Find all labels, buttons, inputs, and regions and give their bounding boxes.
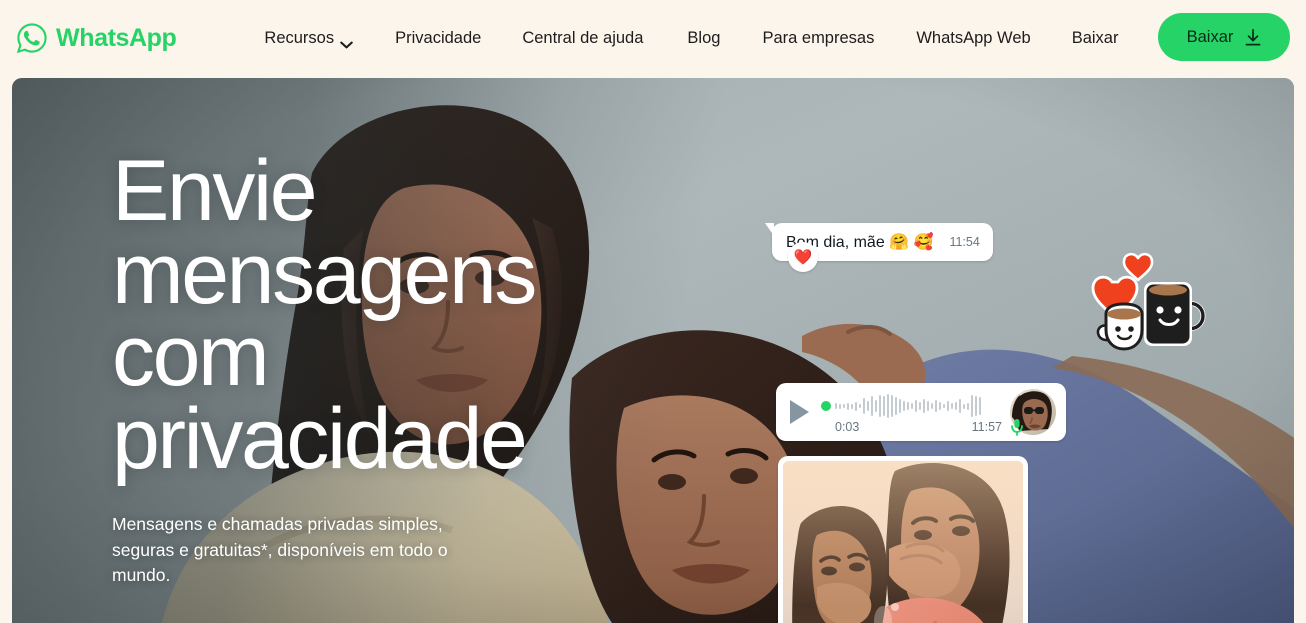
nav-label: Baixar bbox=[1071, 28, 1119, 47]
waveform-bar bbox=[963, 403, 965, 409]
nav-label: Central de ajuda bbox=[522, 28, 644, 47]
waveform-bar bbox=[907, 402, 909, 410]
voice-time: 11:57 bbox=[971, 420, 1002, 434]
nav-item-para-empresas[interactable]: Para empresas bbox=[762, 21, 874, 56]
main-navigation: Recursos Privacidade Central de ajuda Bl… bbox=[264, 21, 1118, 56]
waveform-bar bbox=[863, 398, 865, 414]
hero-subtitle: Mensagens e chamadas privadas simples, s… bbox=[112, 514, 448, 585]
waveform-bar bbox=[855, 401, 857, 411]
nav-item-baixar[interactable]: Baixar bbox=[1072, 21, 1119, 56]
waveform-bar bbox=[923, 399, 925, 413]
microphone-icon bbox=[1010, 418, 1024, 436]
voice-progress-dot bbox=[821, 401, 831, 411]
waveform-bar bbox=[947, 401, 949, 411]
nav-item-central-de-ajuda[interactable]: Central de ajuda bbox=[522, 21, 643, 56]
waveform-bar bbox=[871, 396, 873, 416]
voice-waveform-track[interactable]: 0:03 11:57 bbox=[821, 392, 1004, 434]
waveform-bar bbox=[951, 403, 953, 409]
nav-item-blog[interactable]: Blog bbox=[687, 21, 720, 56]
waveform-bar bbox=[927, 401, 929, 411]
heart-icon: ❤️ bbox=[793, 249, 813, 266]
waveform-bar bbox=[847, 402, 849, 410]
nav-label: Blog bbox=[687, 28, 721, 47]
photo-message-card[interactable]: 11:57 bbox=[778, 456, 1028, 623]
waveform-bar bbox=[883, 396, 885, 416]
coffee-cups-hearts-sticker bbox=[1090, 244, 1210, 356]
voice-waveform[interactable] bbox=[821, 392, 1004, 418]
waveform-bar bbox=[867, 401, 869, 411]
waveform-bar bbox=[891, 395, 893, 417]
waveform-bar bbox=[839, 403, 841, 409]
nav-item-whatsapp-web[interactable]: WhatsApp Web bbox=[916, 21, 1030, 56]
brand-name: WhatsApp bbox=[56, 23, 177, 52]
download-icon bbox=[1245, 28, 1261, 46]
message-reaction-badge[interactable]: ❤️ bbox=[788, 242, 818, 272]
waveform-bar bbox=[939, 402, 941, 410]
site-header: WhatsApp Recursos Privacidade Central de… bbox=[0, 0, 1306, 76]
whatsapp-logo-icon bbox=[16, 22, 48, 54]
whatsapp-landing-page: WhatsApp Recursos Privacidade Central de… bbox=[0, 0, 1306, 623]
voice-duration: 0:03 bbox=[835, 420, 860, 434]
waveform-bar bbox=[911, 403, 913, 409]
nav-item-privacidade[interactable]: Privacidade bbox=[395, 21, 481, 56]
waveform-bar bbox=[975, 396, 977, 416]
nav-label: WhatsApp Web bbox=[916, 28, 1031, 47]
waveform-bar bbox=[967, 402, 969, 410]
waveform-bar bbox=[903, 401, 905, 411]
waveform-bar bbox=[835, 403, 837, 409]
download-button-label: Baixar bbox=[1186, 27, 1234, 46]
nav-label: Privacidade bbox=[395, 28, 482, 47]
waveform-bar bbox=[859, 404, 861, 408]
voice-meta: 0:03 11:57 bbox=[821, 418, 1004, 434]
voice-message-card: 0:03 11:57 bbox=[776, 383, 1066, 441]
waveform-bar bbox=[895, 397, 897, 415]
waveform-bar bbox=[851, 403, 853, 409]
hero-title-line-4: privacidade bbox=[112, 390, 528, 487]
waveform-bar bbox=[959, 399, 961, 413]
waveform-bar bbox=[887, 394, 889, 418]
nav-label: Recursos bbox=[264, 28, 335, 47]
waveform-bar bbox=[879, 395, 881, 417]
waveform-bar bbox=[971, 395, 973, 417]
hero-copy: Envie mensagens com privacidade Mensagen… bbox=[112, 148, 582, 588]
waveform-bar bbox=[919, 402, 921, 410]
nav-label: Para empresas bbox=[762, 28, 875, 47]
nav-item-recursos[interactable]: Recursos bbox=[264, 21, 353, 56]
waveform-bar bbox=[955, 402, 957, 410]
waveform-bar bbox=[899, 399, 901, 413]
hero-title: Envie mensagens com privacidade bbox=[112, 148, 582, 482]
avatar bbox=[1010, 389, 1056, 436]
waveform-bar bbox=[875, 400, 877, 412]
play-icon[interactable] bbox=[790, 400, 809, 424]
brand-logo-link[interactable]: WhatsApp bbox=[16, 22, 177, 54]
download-button[interactable]: Baixar bbox=[1158, 13, 1290, 61]
chevron-down-icon bbox=[340, 35, 353, 49]
waveform-bar bbox=[843, 404, 845, 408]
waveform-bar bbox=[931, 403, 933, 409]
waveform-bar bbox=[979, 397, 981, 415]
chat-message-time: 11:54 bbox=[949, 235, 980, 249]
photo-message-image: 11:57 bbox=[783, 461, 1023, 623]
waveform-bar bbox=[943, 404, 945, 408]
waveform-bar bbox=[935, 400, 937, 412]
hero-section: Envie mensagens com privacidade Mensagen… bbox=[12, 78, 1294, 623]
waveform-bar bbox=[915, 400, 917, 412]
